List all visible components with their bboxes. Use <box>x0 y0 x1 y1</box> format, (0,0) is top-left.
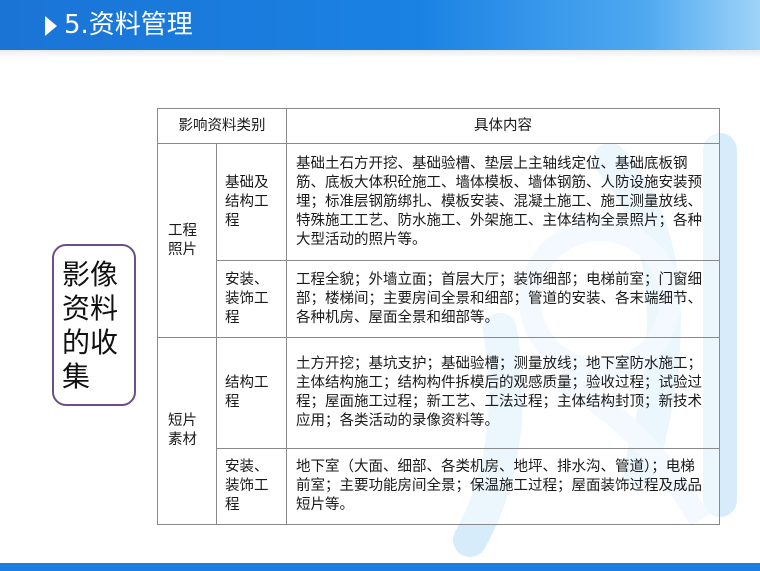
bottom-bar <box>0 563 760 571</box>
content-cell: 基础土石方开挖、基础验槽、垫层上主轴线定位、基础底板钢筋、底板大体积砼施工、墙体… <box>286 143 720 261</box>
group-name-line: 短片 <box>168 413 197 429</box>
subcategory-line: 安装、 <box>225 459 269 475</box>
subcategory-line: 结构工 <box>225 375 269 391</box>
subcategory-line: 程 <box>225 394 240 410</box>
subcategory-line: 安装、 <box>225 271 269 288</box>
page-title: 5.资料管理 <box>64 10 193 40</box>
group-name-line: 工程 <box>168 222 197 239</box>
subcategory-cell: 安装、 装饰工 程 <box>216 260 287 338</box>
subcategory-cell: 安装、 装饰工 程 <box>216 448 287 525</box>
side-label: 影像 资料 的收 集 <box>62 258 132 394</box>
subcategory-line: 程 <box>225 497 240 513</box>
subcategory-line: 结构工 <box>225 193 269 210</box>
table-row: 安装、 装饰工 程 地下室（大面、细部、各类机房、地坪、排水沟、管道）；电梯前室… <box>158 448 720 525</box>
table-row: 短片 素材 结构工 程 土方开挖；基坑支护；基础验槽；测量放线；地下室防水施工；… <box>157 337 720 525</box>
subcategory-cell: 结构工 程 <box>216 337 287 449</box>
records-table: 影响资料类别 具体内容 工程 照片 基础及 结构工 程 基础土石方开挖、基础验槽… <box>157 108 720 525</box>
subcategory-line: 程 <box>225 309 240 326</box>
group-name-cell: 工程 照片 <box>157 143 217 338</box>
side-label-line: 影像 <box>62 258 119 291</box>
side-label-line: 集 <box>62 360 91 393</box>
title-bar: 5.资料管理 <box>0 0 760 50</box>
group-name-line: 素材 <box>168 432 197 448</box>
side-label-line: 的收 <box>62 326 119 359</box>
subcategory-line: 装饰工 <box>225 478 269 494</box>
header-content: 具体内容 <box>286 108 720 144</box>
table-row: 工程 照片 基础及 结构工 程 基础土石方开挖、基础验槽、垫层上主轴线定位、基础… <box>157 143 720 338</box>
content-cell: 地下室（大面、细部、各类机房、地坪、排水沟、管道）；电梯前室；主要功能房间全景；… <box>286 448 720 525</box>
table-row: 安装、 装饰工 程 工程全貌；外墙立面；首层大厅；装饰细部；电梯前室；门窗细部；… <box>158 260 720 338</box>
header-category: 影响资料类别 <box>157 108 287 144</box>
table-header-row: 影响资料类别 具体内容 <box>157 108 720 144</box>
triangle-bullet-icon <box>45 16 57 36</box>
group-name-cell: 短片 素材 <box>157 337 217 525</box>
subcategory-line: 基础及 <box>225 174 269 191</box>
subcategory-line: 装饰工 <box>225 290 269 307</box>
side-label-box: 影像 资料 的收 集 <box>52 244 136 406</box>
content-cell: 工程全貌；外墙立面；首层大厅；装饰细部；电梯前室；门窗细部；楼梯间；主要房间全景… <box>286 260 720 338</box>
subcategory-cell: 基础及 结构工 程 <box>216 143 287 261</box>
group-name-line: 照片 <box>168 241 197 258</box>
content-cell: 土方开挖；基坑支护；基础验槽；测量放线；地下室防水施工；主体结构施工；结构构件拆… <box>286 337 720 449</box>
title-bar-shadow <box>0 50 760 58</box>
subcategory-line: 程 <box>225 212 240 229</box>
side-label-line: 资料 <box>62 292 119 325</box>
